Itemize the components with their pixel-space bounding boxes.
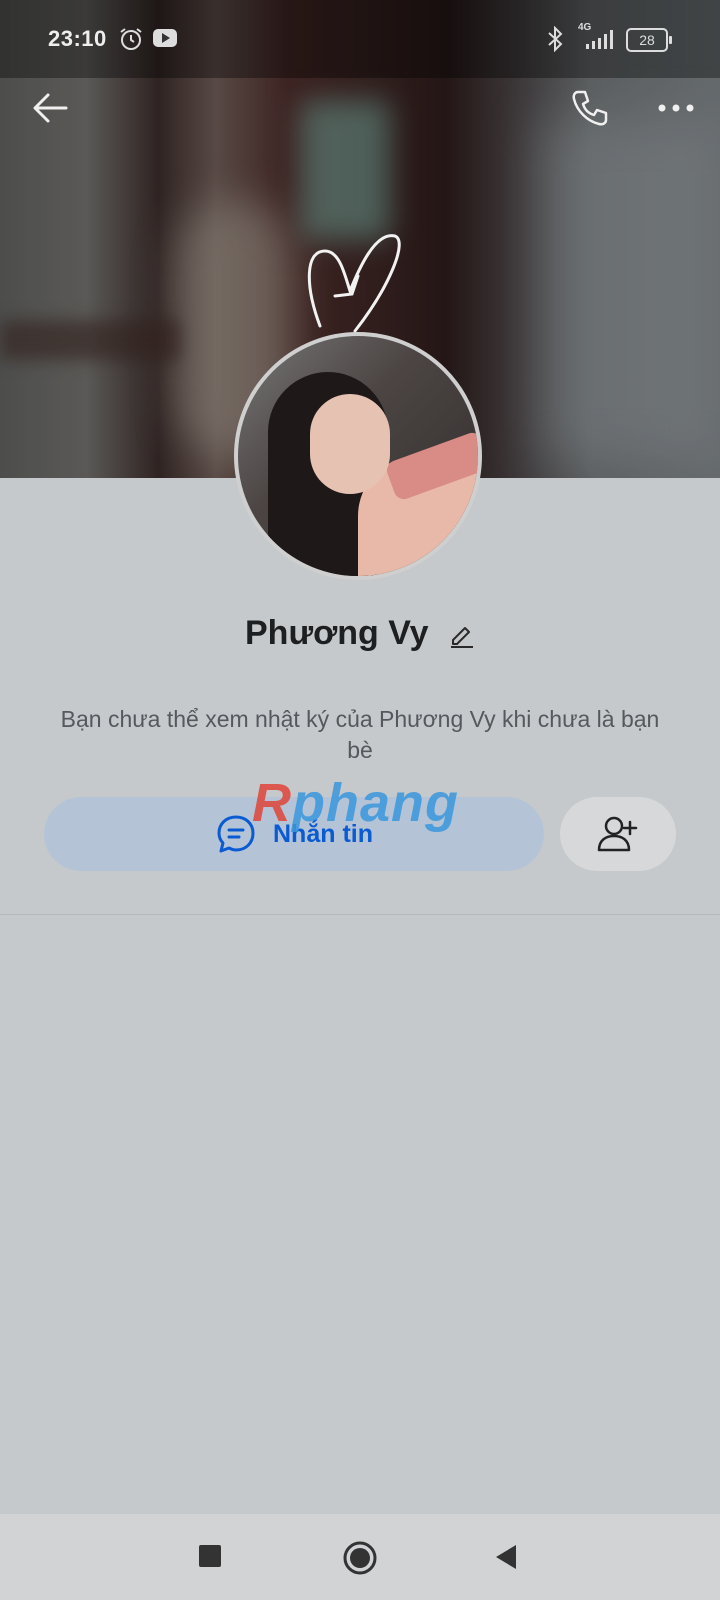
profile-name: Phương Vy — [245, 614, 429, 652]
youtube-icon — [153, 29, 177, 47]
watermark-first-letter: R — [252, 773, 292, 833]
recent-apps-icon[interactable] — [198, 1544, 222, 1568]
alarm-icon — [120, 28, 142, 50]
watermark-rest: phang — [292, 773, 459, 833]
chat-bubble-icon — [217, 815, 255, 853]
home-icon[interactable] — [342, 1540, 378, 1576]
signal-icon — [586, 30, 613, 49]
phone-call-icon — [572, 90, 608, 126]
section-divider — [0, 914, 720, 915]
profile-avatar[interactable] — [234, 332, 482, 580]
watermark-logo: Rphang — [252, 772, 459, 834]
back-icon[interactable] — [494, 1544, 518, 1570]
battery-icon: 28 — [626, 28, 672, 52]
top-nav — [0, 78, 720, 134]
add-friend-icon — [597, 816, 638, 852]
add-friend-button[interactable] — [560, 797, 676, 871]
battery-level: 28 — [639, 32, 655, 48]
more-options-icon — [658, 104, 694, 112]
back-button[interactable] — [28, 84, 76, 132]
status-time: 23:10 — [48, 26, 107, 51]
system-nav-bar — [0, 1514, 720, 1600]
heart-doodle — [307, 234, 401, 333]
back-arrow-icon — [33, 93, 68, 123]
privacy-notice: Bạn chưa thể xem nhật ký của Phương Vy k… — [60, 706, 660, 763]
profile-name-row: Phương Vy — [0, 614, 720, 664]
bluetooth-icon — [548, 26, 563, 52]
status-bar: 23:10 4G 28 — [0, 0, 720, 78]
edit-pencil-icon[interactable] — [447, 620, 475, 648]
more-options-button[interactable] — [652, 84, 700, 132]
call-button[interactable] — [566, 84, 614, 132]
